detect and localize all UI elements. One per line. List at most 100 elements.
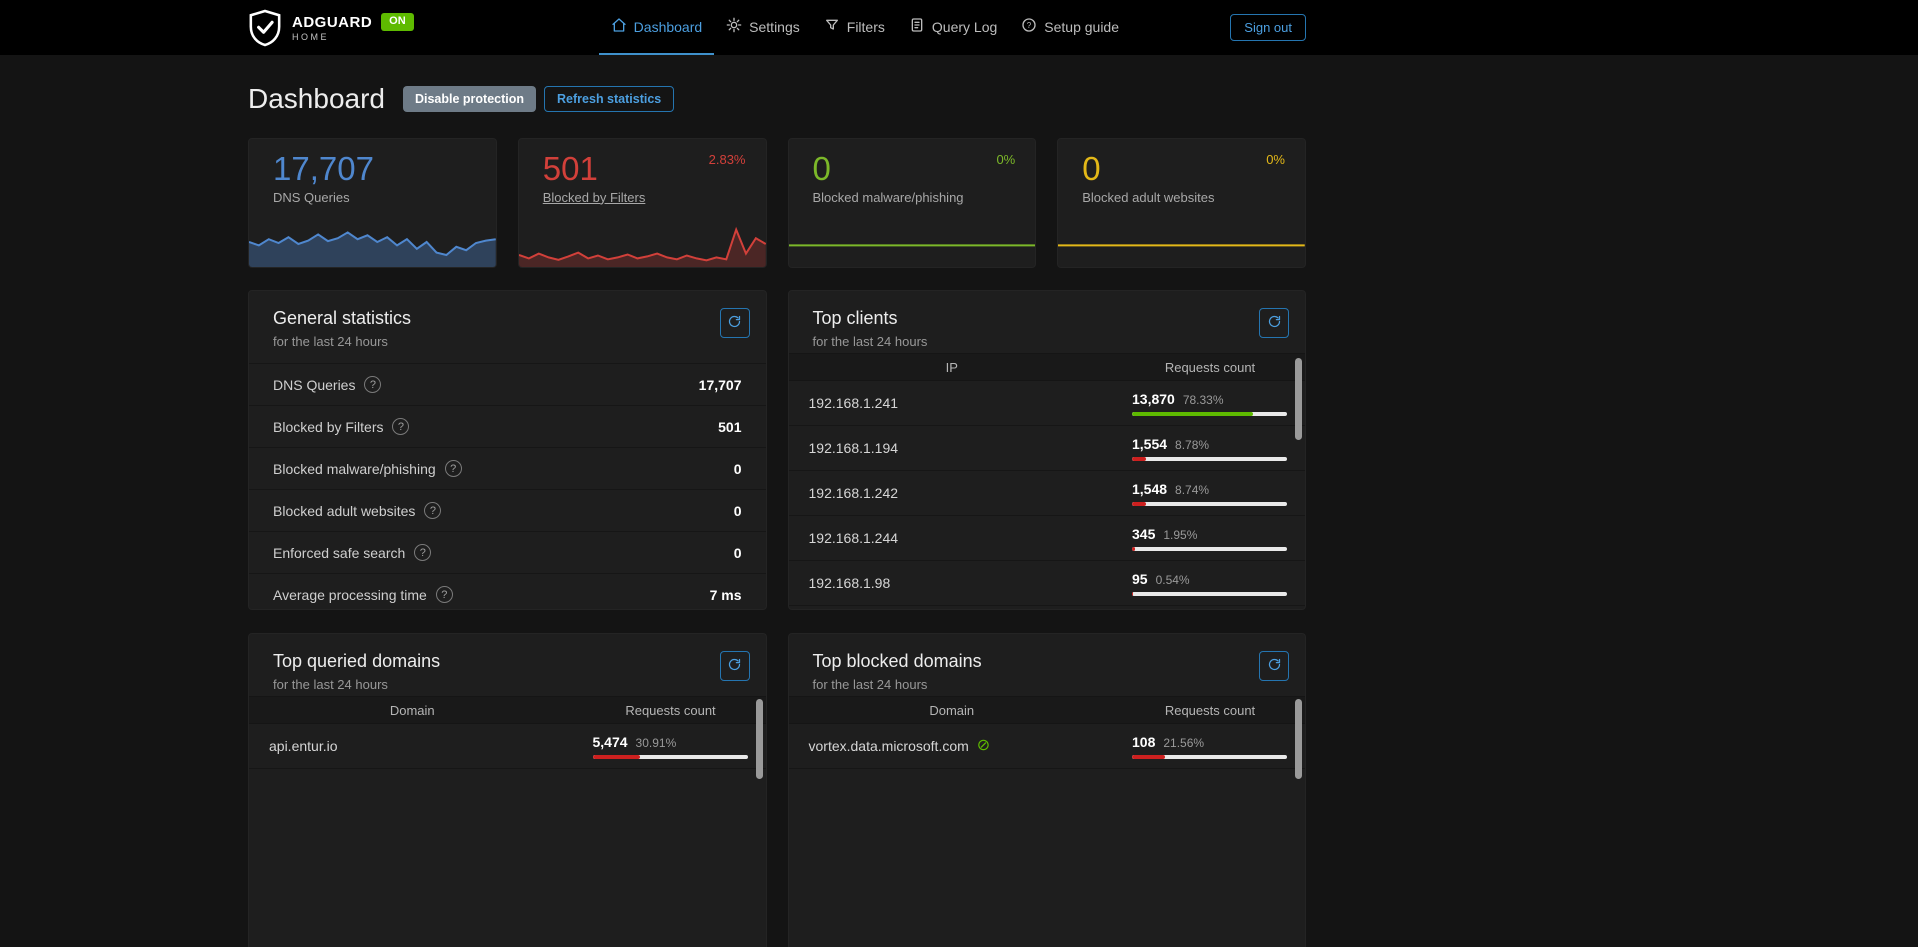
question-icon[interactable]: ? (445, 460, 462, 477)
document-icon (909, 17, 925, 36)
stat-card-blocked-malware: 0% 0 Blocked malware/phishing (788, 138, 1037, 268)
refresh-button[interactable] (720, 651, 750, 681)
question-icon[interactable]: ? (414, 544, 431, 561)
panel-subtitle: for the last 24 hours (273, 677, 440, 692)
column-header-requests: Requests count (1115, 703, 1305, 718)
stat-card-blocked-adult: 0% 0 Blocked adult websites (1057, 138, 1306, 268)
requests-bar-fill (1132, 457, 1146, 461)
allowlist-icon[interactable]: ⊘ (977, 738, 990, 754)
disable-protection-button[interactable]: Disable protection (403, 86, 536, 112)
client-row: 192.168.1.244 345 1.95% (789, 516, 1306, 561)
request-percent: 30.91% (636, 736, 677, 750)
dns-queries-value: 17,707 (273, 152, 496, 187)
adguard-shield-icon (248, 9, 282, 47)
nav-item-settings[interactable]: Settings (714, 0, 812, 55)
panel-subtitle: for the last 24 hours (813, 677, 982, 692)
blocked-filters-percent: 2.83% (709, 152, 746, 167)
nav-label: Dashboard (634, 19, 703, 35)
blocked-malware-label: Blocked malware/phishing (813, 190, 964, 205)
question-icon[interactable]: ? (392, 418, 409, 435)
scrollbar-thumb[interactable] (1295, 358, 1302, 440)
client-row: 192.168.1.242 1,548 8.74% (789, 471, 1306, 516)
refresh-button[interactable] (1259, 308, 1289, 338)
panel-title: Top queried domains (273, 651, 440, 672)
requests-bar-fill (1132, 755, 1165, 759)
request-count: 1,548 (1132, 481, 1167, 497)
refresh-icon (1267, 657, 1282, 675)
top-nav-bar: ADGUARD ON HOME Dashboard Settings (0, 0, 1918, 55)
requests-bar (1132, 412, 1287, 416)
stat-row-value: 7 ms (710, 587, 742, 603)
requests-bar-fill (1132, 547, 1135, 551)
panel-subtitle: for the last 24 hours (813, 334, 928, 349)
nav-label: Query Log (932, 19, 997, 35)
stat-row-value: 501 (718, 419, 741, 435)
requests-bar-fill (1132, 592, 1133, 596)
sign-out-button[interactable]: Sign out (1230, 14, 1306, 41)
blocked-malware-percent: 0% (996, 152, 1015, 167)
stat-row: Enforced safe search ? 0 (249, 531, 766, 573)
refresh-button[interactable] (1259, 651, 1289, 681)
funnel-icon (824, 17, 840, 36)
nav-item-setup-guide[interactable]: ? Setup guide (1009, 0, 1131, 55)
requests-bar (1132, 755, 1287, 759)
column-header-requests: Requests count (576, 703, 766, 718)
requests-bar (1132, 502, 1287, 506)
scrollbar-thumb[interactable] (1295, 699, 1302, 779)
client-ip: 192.168.1.241 (809, 395, 1133, 411)
refresh-button[interactable] (720, 308, 750, 338)
question-icon[interactable]: ? (364, 376, 381, 393)
client-ip: 192.168.1.242 (809, 485, 1133, 501)
requests-bar-fill (1132, 412, 1253, 416)
refresh-statistics-button[interactable]: Refresh statistics (544, 86, 674, 112)
panel-title: General statistics (273, 308, 411, 329)
top-blocked-domains-panel: Top blocked domains for the last 24 hour… (788, 633, 1307, 947)
brand[interactable]: ADGUARD ON HOME (248, 9, 414, 47)
table-header: Domain Requests count (249, 696, 766, 724)
stat-row: Blocked adult websites ? 0 (249, 489, 766, 531)
request-percent: 78.33% (1183, 393, 1224, 407)
request-count: 13,870 (1132, 391, 1175, 407)
blocked-by-filters-link[interactable]: Blocked by Filters (543, 190, 646, 205)
stat-cards: 17,707 DNS Queries 2.83% 501 Blocked by … (248, 138, 1306, 268)
domain-row: vortex.data.microsoft.com ⊘ 108 21.56% (789, 724, 1306, 769)
top-clients-panel: Top clients for the last 24 hours IP Req… (788, 290, 1307, 610)
general-statistics-table: DNS Queries ? 17,707 Blocked by Filters … (249, 363, 766, 610)
nav-label: Settings (749, 19, 800, 35)
column-header-ip: IP (789, 360, 1116, 375)
stat-row-label: DNS Queries (273, 377, 355, 393)
question-icon[interactable]: ? (436, 586, 453, 603)
help-circle-icon: ? (1021, 17, 1037, 36)
client-row: 192.168.1.241 13,870 78.33% (789, 381, 1306, 426)
stat-row-label: Blocked malware/phishing (273, 461, 436, 477)
client-ip: 192.168.1.244 (809, 530, 1133, 546)
blocked-filters-sparkline (519, 219, 766, 267)
top-queried-domains-panel: Top queried domains for the last 24 hour… (248, 633, 767, 947)
request-count: 345 (1132, 526, 1155, 542)
stat-card-blocked-filters: 2.83% 501 Blocked by Filters (518, 138, 767, 268)
requests-bar (593, 755, 748, 759)
nav-item-query-log[interactable]: Query Log (897, 0, 1009, 55)
request-percent: 1.95% (1163, 528, 1197, 542)
panel-title: Top blocked domains (813, 651, 982, 672)
question-icon[interactable]: ? (424, 502, 441, 519)
nav-item-filters[interactable]: Filters (812, 0, 897, 55)
request-count: 95 (1132, 571, 1148, 587)
requests-bar (1132, 592, 1287, 596)
scrollbar-thumb[interactable] (756, 699, 763, 779)
stat-row-value: 0 (734, 503, 742, 519)
request-count: 108 (1132, 734, 1155, 750)
blocked-adult-sparkline (1058, 219, 1305, 267)
top-clients-table: IP Requests count 192.168.1.241 13,870 7… (789, 353, 1306, 606)
domain-row: api.entur.io 5,474 30.91% (249, 724, 766, 769)
panel-subtitle: for the last 24 hours (273, 334, 411, 349)
stat-row-value: 0 (734, 545, 742, 561)
column-header-domain: Domain (789, 703, 1116, 718)
client-row: 192.168.1.98 95 0.54% (789, 561, 1306, 606)
stat-row-value: 0 (734, 461, 742, 477)
stat-row-label: Average processing time (273, 587, 427, 603)
column-header-domain: Domain (249, 703, 576, 718)
nav-item-dashboard[interactable]: Dashboard (599, 0, 715, 55)
page-title: Dashboard (248, 83, 385, 115)
stat-row: DNS Queries ? 17,707 (249, 363, 766, 405)
